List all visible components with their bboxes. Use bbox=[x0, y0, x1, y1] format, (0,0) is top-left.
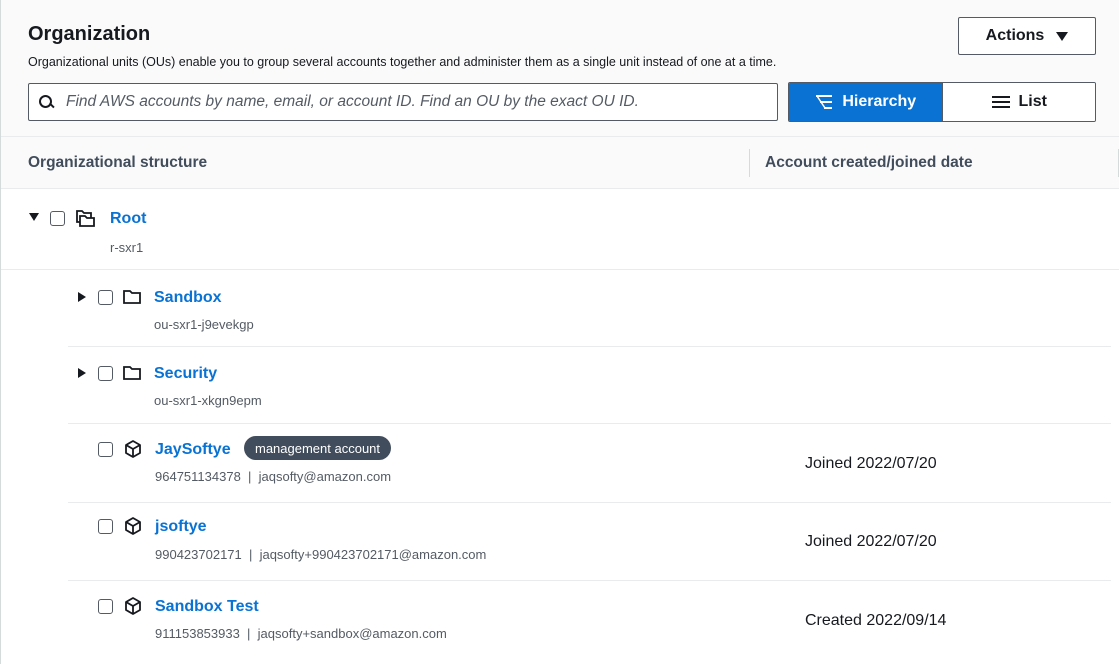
account-link[interactable]: JaySoftye bbox=[155, 441, 231, 459]
ou-checkbox[interactable] bbox=[98, 366, 113, 381]
collapse-caret-icon[interactable] bbox=[29, 213, 39, 221]
view-toggle: Hierarchy List bbox=[788, 82, 1096, 122]
page-description: Organizational units (OUs) enable you to… bbox=[28, 55, 777, 69]
folders-icon bbox=[76, 210, 95, 227]
account-link[interactable]: Sandbox Test bbox=[155, 598, 259, 616]
column-header-structure: Organizational structure bbox=[28, 154, 208, 171]
ou-link[interactable]: Security bbox=[154, 365, 217, 383]
expand-caret-icon[interactable] bbox=[78, 368, 86, 378]
ou-link[interactable]: Sandbox bbox=[154, 289, 222, 307]
management-account-badge: management account bbox=[244, 436, 392, 460]
expand-caret-icon[interactable] bbox=[78, 292, 86, 302]
hierarchy-icon bbox=[816, 95, 833, 109]
ou-id: ou-sxr1-j9evekgp bbox=[154, 317, 254, 332]
row-divider bbox=[1, 269, 1119, 270]
root-link[interactable]: Root bbox=[110, 210, 146, 228]
column-divider[interactable] bbox=[749, 149, 750, 177]
account-checkbox[interactable] bbox=[98, 519, 113, 534]
list-toggle-label: List bbox=[1018, 93, 1047, 110]
account-date: Joined 2022/07/20 bbox=[805, 455, 937, 472]
account-meta: 990423702171 | jaqsofty+990423702171@ama… bbox=[155, 547, 487, 562]
account-meta: 911153853933 | jaqsofty+sandbox@amazon.c… bbox=[155, 626, 447, 641]
actions-button[interactable]: Actions bbox=[958, 17, 1096, 55]
cube-icon bbox=[125, 440, 141, 458]
account-checkbox[interactable] bbox=[98, 442, 113, 457]
actions-button-label: Actions bbox=[985, 27, 1045, 44]
search-icon bbox=[39, 95, 53, 109]
root-id: r-sxr1 bbox=[110, 240, 144, 255]
hierarchy-toggle-label: Hierarchy bbox=[842, 93, 917, 110]
organization-panel: Organization Organizational units (OUs) … bbox=[0, 0, 1119, 664]
column-header-date: Account created/joined date bbox=[765, 154, 973, 171]
table-header: Organizational structure Account created… bbox=[1, 137, 1119, 189]
list-icon bbox=[991, 96, 1010, 108]
ou-checkbox[interactable] bbox=[98, 290, 113, 305]
row-divider bbox=[68, 346, 1111, 347]
account-link[interactable]: jsoftye bbox=[155, 518, 207, 536]
cube-icon bbox=[125, 517, 141, 535]
row-divider bbox=[68, 580, 1111, 581]
page-title: Organization bbox=[28, 23, 151, 45]
account-date: Created 2022/09/14 bbox=[805, 612, 947, 629]
account-date: Joined 2022/07/20 bbox=[805, 533, 937, 550]
folder-icon bbox=[123, 290, 141, 304]
list-toggle-button[interactable]: List bbox=[941, 83, 1095, 121]
account-checkbox[interactable] bbox=[98, 599, 113, 614]
search-input[interactable] bbox=[66, 93, 756, 111]
cube-icon bbox=[125, 597, 141, 615]
ou-id: ou-sxr1-xkgn9epm bbox=[154, 393, 262, 408]
folder-icon bbox=[123, 366, 141, 380]
root-checkbox[interactable] bbox=[50, 211, 65, 226]
row-divider bbox=[68, 502, 1111, 503]
caret-down-icon bbox=[1056, 31, 1069, 41]
row-divider bbox=[68, 423, 1111, 424]
hierarchy-toggle-button[interactable]: Hierarchy bbox=[789, 83, 942, 121]
account-meta: 964751134378 | jaqsofty@amazon.com bbox=[155, 469, 392, 484]
search-field[interactable] bbox=[28, 83, 778, 121]
panel-header: Organization Organizational units (OUs) … bbox=[1, 0, 1119, 137]
